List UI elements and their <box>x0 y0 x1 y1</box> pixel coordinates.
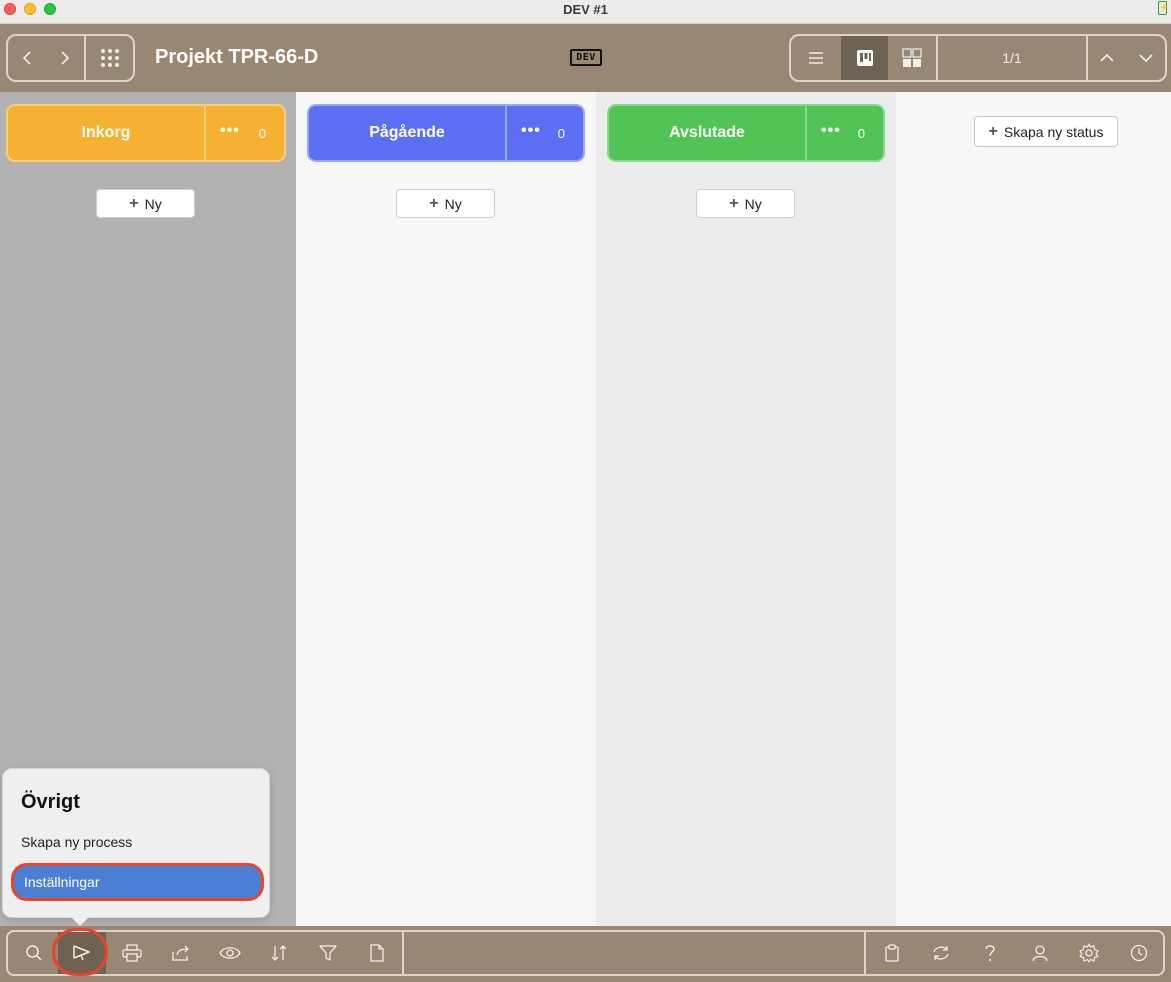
bottom-toolbar-group <box>6 930 1165 976</box>
popover-arrow <box>70 916 90 926</box>
app-grid-icon <box>100 49 119 67</box>
status-count: 0 <box>258 126 266 141</box>
chevron-down-icon <box>1139 54 1153 63</box>
app-grid-button[interactable] <box>86 36 133 80</box>
project-title: Projekt TPR-66-D <box>155 46 319 68</box>
board-view-icon <box>856 50 873 66</box>
status-count: 0 <box>857 126 865 141</box>
filter-icon <box>319 945 337 961</box>
previous-record-button[interactable] <box>1088 36 1126 80</box>
print-icon <box>122 944 142 962</box>
settings-icon <box>1079 943 1099 963</box>
divider <box>402 932 404 974</box>
plus-icon: + <box>729 194 739 212</box>
new-item-label: Ny <box>144 195 162 212</box>
card-grid-view-icon <box>902 48 922 67</box>
search-icon <box>26 945 42 961</box>
window-titlebar: DEV #1 ⚡ <box>0 0 1171 24</box>
new-item-button[interactable]: + Ny <box>96 189 195 218</box>
list-view-button[interactable] <box>791 36 841 80</box>
create-status-label: Skapa ny status <box>1003 123 1104 140</box>
help-icon <box>985 945 995 961</box>
eye-icon <box>219 947 241 959</box>
menu-item-create-process[interactable]: Skapa ny process <box>21 834 132 850</box>
battery-icon: ⚡ <box>1158 1 1169 15</box>
clipboard-icon <box>885 944 899 962</box>
status-name: Avslutade <box>669 124 745 141</box>
chevron-up-icon <box>1100 53 1114 62</box>
navigation-group <box>6 34 135 82</box>
create-status-button[interactable]: + Skapa ny status <box>974 116 1118 147</box>
status-header[interactable]: Pågående ••• 0 <box>307 104 585 162</box>
ovrigt-popover: Övrigt Skapa ny process Inställningar <box>2 768 270 918</box>
board-column-pagaende: Pågående ••• 0 + Ny <box>296 92 596 926</box>
print-button[interactable] <box>108 932 156 974</box>
user-button[interactable] <box>1016 932 1064 974</box>
popover-title: Övrigt <box>21 791 80 813</box>
share-button[interactable] <box>157 932 205 974</box>
window-title: DEV #1 <box>563 2 608 17</box>
plus-icon: + <box>988 122 998 140</box>
settings-button[interactable] <box>1065 932 1113 974</box>
board-view-button[interactable] <box>841 36 888 80</box>
next-record-button[interactable] <box>1127 36 1165 80</box>
status-name: Inkorg <box>81 124 131 141</box>
plus-icon: + <box>129 194 139 212</box>
refresh-icon <box>933 946 949 960</box>
status-count: 0 <box>557 126 565 141</box>
status-header[interactable]: Inkorg ••• 0 <box>6 104 286 162</box>
chevron-left-icon <box>22 51 31 65</box>
page-indicator: 1/1 <box>1002 50 1022 66</box>
back-button[interactable] <box>8 36 46 80</box>
history-button[interactable] <box>1115 932 1163 974</box>
new-item-button[interactable]: + Ny <box>696 189 795 218</box>
more-icon: ••• <box>220 122 240 139</box>
sort-button[interactable] <box>255 932 303 974</box>
refresh-button[interactable] <box>917 932 965 974</box>
bottom-toolbar <box>0 926 1171 982</box>
new-item-button[interactable]: + Ny <box>396 189 495 218</box>
share-icon <box>172 945 189 961</box>
search-button[interactable] <box>10 932 58 974</box>
sort-icon <box>271 945 287 961</box>
menu-item-settings[interactable]: Inställningar <box>11 863 264 901</box>
history-icon <box>1130 944 1148 962</box>
clipboard-button[interactable] <box>868 932 916 974</box>
list-view-icon <box>809 52 823 64</box>
new-item-label: Ny <box>444 195 462 212</box>
card-grid-view-button[interactable] <box>888 36 936 80</box>
view-switcher-group: 1/1 <box>789 34 1167 82</box>
status-name: Pågående <box>369 124 445 141</box>
status-menu-button[interactable]: ••• 0 <box>507 106 583 160</box>
board-column-avslutade: Avslutade ••• 0 + Ny <box>596 92 896 926</box>
forward-button[interactable] <box>46 36 84 80</box>
other-menu-button[interactable] <box>58 932 106 974</box>
dev-badge: DEV <box>570 49 602 66</box>
preview-button[interactable] <box>206 932 254 974</box>
megaphone-icon <box>73 945 90 961</box>
more-icon: ••• <box>821 122 841 139</box>
filter-button[interactable] <box>304 932 352 974</box>
board-column-add: + Skapa ny status <box>896 92 1171 926</box>
top-toolbar: Projekt TPR-66-D DEV 1/1 <box>0 24 1171 92</box>
new-item-label: Ny <box>744 195 762 212</box>
status-menu-button[interactable]: ••• 0 <box>206 106 284 160</box>
status-menu-button[interactable]: ••• 0 <box>807 106 883 160</box>
chevron-right-icon <box>61 51 70 65</box>
more-icon: ••• <box>521 122 541 139</box>
user-icon <box>1032 945 1048 962</box>
status-header[interactable]: Avslutade ••• 0 <box>607 104 885 162</box>
plus-icon: + <box>429 194 439 212</box>
help-button[interactable] <box>966 932 1014 974</box>
document-icon <box>370 944 384 962</box>
divider <box>864 932 866 974</box>
document-button[interactable] <box>353 932 401 974</box>
